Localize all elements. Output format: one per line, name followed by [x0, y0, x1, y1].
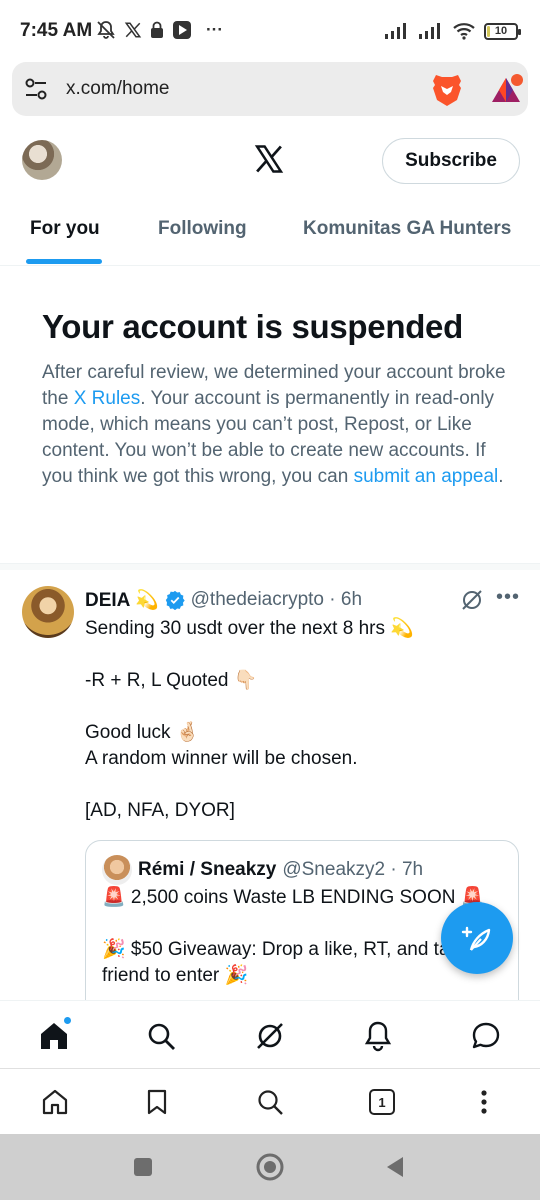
- timeline-tabs: For you Following Komunitas GA Hunters: [0, 196, 540, 266]
- notice-text-part: .: [498, 466, 504, 487]
- quote-line: 🚨 2,500 coins Waste LB ENDING SOON 🚨: [102, 887, 485, 908]
- quote-line: friend to enter 🎉: [102, 965, 249, 986]
- tab-for-you[interactable]: For you: [30, 218, 100, 240]
- tweet-line: -R + R, L Quoted 👇🏻: [85, 670, 258, 691]
- nav-grok[interactable]: [252, 1018, 288, 1054]
- media-icon: [173, 21, 191, 39]
- address-bar[interactable]: x.com/home: [12, 62, 528, 116]
- bookmarks-button[interactable]: [142, 1087, 172, 1117]
- tab-komunitas-ga-hunters[interactable]: Komunitas GA Hunters: [303, 218, 511, 240]
- tweet-line: [85, 642, 515, 668]
- tweet-author-name[interactable]: DEIA 💫: [85, 588, 159, 612]
- more-notifications: ···: [206, 20, 223, 39]
- url-text[interactable]: x.com/home: [66, 78, 169, 100]
- search-icon: [258, 1090, 283, 1115]
- browser-menu-button[interactable]: [469, 1087, 499, 1117]
- android-navigation-bar: [0, 1134, 540, 1200]
- browser-home-button[interactable]: [40, 1087, 70, 1117]
- notification-dot: [63, 1016, 72, 1025]
- notice-text: After careful review, we determined your…: [42, 360, 512, 490]
- brave-shields-icon[interactable]: [430, 72, 464, 108]
- tweet-line: Sending 30 usdt over the next 8 hrs 💫: [85, 618, 414, 639]
- compose-post-button[interactable]: [441, 902, 513, 974]
- x-logo-icon[interactable]: [254, 144, 284, 174]
- bookmark-icon: [147, 1089, 167, 1115]
- bell-icon: [364, 1021, 392, 1052]
- site-settings-icon[interactable]: [24, 78, 48, 100]
- x-rules-link[interactable]: X Rules: [74, 388, 141, 409]
- more-vertical-icon: [481, 1090, 487, 1114]
- search-icon: [148, 1023, 175, 1050]
- rewards-icon[interactable]: [490, 74, 524, 106]
- tweet-text: Sending 30 usdt over the next 8 hrs 💫 -R …: [85, 616, 515, 824]
- notice-title: Your account is suspended: [42, 308, 463, 345]
- tweet-author-handle[interactable]: @thedeiacrypto · 6h: [191, 589, 362, 611]
- message-bubble-icon: [472, 1022, 500, 1049]
- back-icon[interactable]: [385, 1156, 405, 1178]
- tab-switcher-button[interactable]: 1: [367, 1087, 397, 1117]
- quoted-author-handle[interactable]: @Sneakzy2 · 7h: [282, 859, 423, 881]
- x-header: Subscribe: [0, 132, 540, 192]
- tweet-line: A random winner will be chosen.: [85, 748, 358, 769]
- battery-indicator: 10: [484, 22, 521, 40]
- tweet-line: [AD, NFA, DYOR]: [85, 800, 235, 821]
- battery-text: 10: [494, 25, 508, 37]
- signal-icon: [385, 23, 406, 39]
- active-tab-indicator: [26, 259, 102, 264]
- nav-notifications[interactable]: [360, 1018, 396, 1054]
- status-time: 7:45 AM: [20, 20, 93, 41]
- lock-icon: [151, 21, 163, 38]
- recents-icon[interactable]: [133, 1157, 153, 1177]
- status-bar: 7:45 AM ··· 10: [0, 0, 540, 60]
- notification-icons: ···: [96, 20, 223, 40]
- quoted-author-avatar[interactable]: [102, 855, 132, 885]
- signal-icon-2: [419, 23, 440, 39]
- nav-explore[interactable]: [143, 1018, 179, 1054]
- compose-feather-icon: [461, 926, 491, 951]
- tab-count: 1: [369, 1089, 395, 1115]
- profile-avatar[interactable]: [22, 140, 62, 180]
- quoted-author-name[interactable]: Rémi / Sneakzy: [138, 859, 276, 881]
- tweet-header: DEIA 💫 @thedeiacrypto · 6h: [85, 588, 362, 612]
- nav-home[interactable]: [36, 1016, 72, 1054]
- home-circle-icon[interactable]: [256, 1153, 284, 1181]
- mute-bell-icon: [97, 21, 115, 39]
- tweet-author-avatar[interactable]: [22, 586, 74, 638]
- grok-icon: [257, 1023, 283, 1049]
- browser-toolbar: 1: [0, 1068, 540, 1134]
- x-bottom-navigation: [0, 1000, 540, 1068]
- quoted-tweet-header: Rémi / Sneakzy @Sneakzy2 · 7h: [102, 855, 423, 885]
- battery-level: [487, 25, 490, 37]
- tweet-line: [85, 772, 515, 798]
- submit-appeal-link[interactable]: submit an appeal: [354, 466, 499, 487]
- suspension-notice: Your account is suspended After careful …: [0, 266, 540, 564]
- browser-search-button[interactable]: [255, 1087, 285, 1117]
- verified-badge-icon: [165, 590, 185, 610]
- home-outline-icon: [42, 1089, 68, 1115]
- tweet-line: Good luck 🤞🏻: [85, 722, 200, 743]
- divider: [0, 564, 540, 570]
- subscribe-button[interactable]: Subscribe: [382, 138, 520, 184]
- grok-icon[interactable]: [460, 588, 484, 612]
- tweet-more-options-icon[interactable]: •••: [496, 586, 520, 609]
- nav-messages[interactable]: [468, 1018, 504, 1054]
- wifi-icon: [453, 23, 475, 40]
- tweet-line: [85, 694, 515, 720]
- tab-following[interactable]: Following: [158, 218, 247, 240]
- x-icon: [124, 22, 142, 38]
